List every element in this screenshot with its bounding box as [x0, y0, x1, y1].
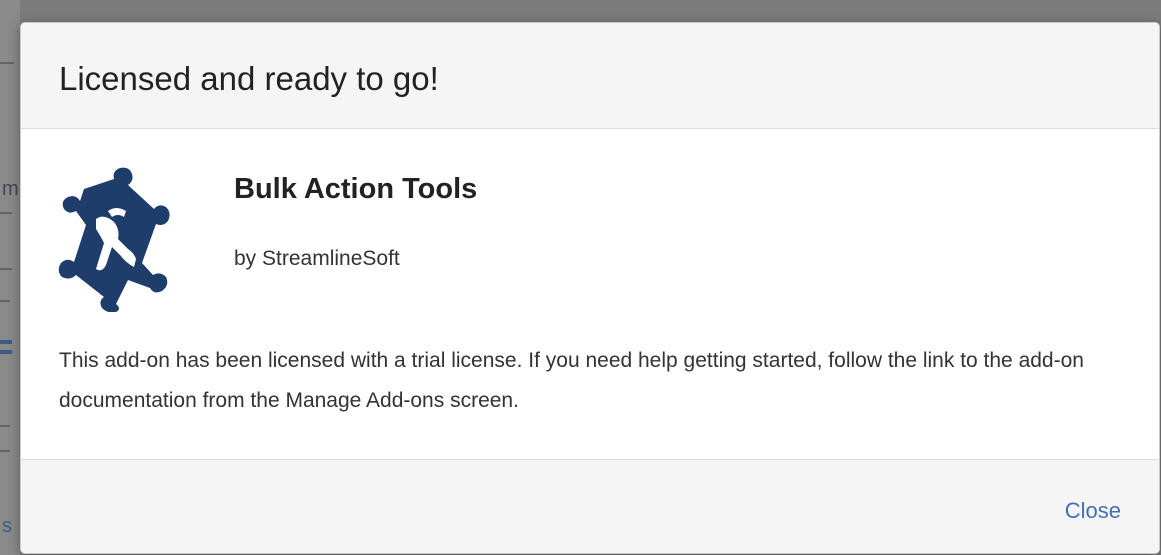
addon-name: Bulk Action Tools — [234, 173, 478, 205]
dialog-body: Bulk Action Tools by StreamlineSoft This… — [21, 129, 1159, 459]
background-accent — [0, 350, 12, 354]
background-divider — [0, 300, 10, 302]
background-text-fragment: s — [2, 515, 12, 537]
background-text-fragment: m — [2, 178, 19, 200]
background-divider — [0, 450, 10, 452]
addon-description: This add-on has been licensed with a tri… — [59, 349, 1084, 412]
dialog-title: Licensed and ready to go! — [59, 60, 439, 97]
license-dialog: Licensed and ready to go! Bulk Action To… — [20, 22, 1160, 554]
dialog-footer: Close — [21, 459, 1159, 553]
background-page: m s — [0, 0, 20, 555]
background-divider — [0, 268, 12, 270]
background-divider — [0, 425, 10, 427]
background-divider — [0, 212, 12, 214]
background-accent — [0, 340, 12, 344]
addon-vendor: by StreamlineSoft — [234, 247, 400, 270]
puzzle-piece-icon — [58, 167, 170, 312]
background-divider — [0, 62, 14, 64]
dialog-header: Licensed and ready to go! — [21, 23, 1159, 129]
close-button[interactable]: Close — [1065, 498, 1121, 524]
